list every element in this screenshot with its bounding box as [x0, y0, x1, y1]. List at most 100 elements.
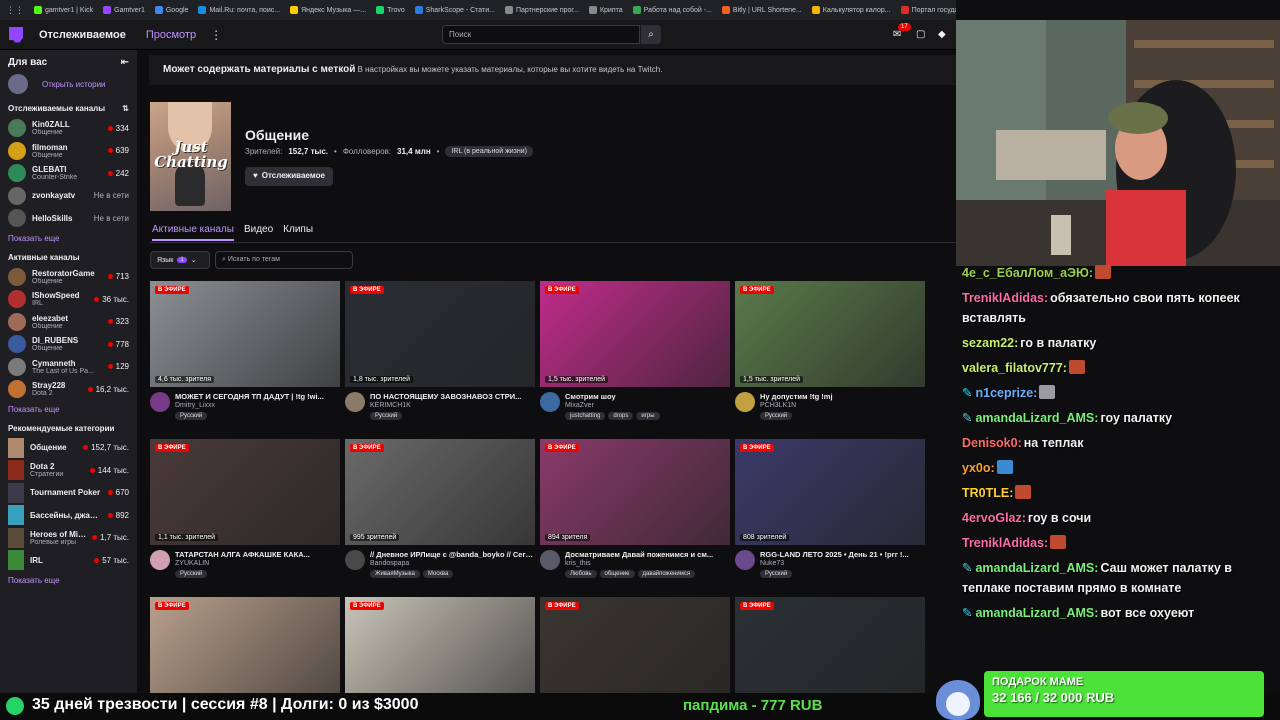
streamer-avatar[interactable] [150, 392, 170, 412]
stream-card[interactable]: В ЭФИРЕ 1,8 тыс. зрителей ПО НАСТОЯЩЕМУ ЗА… [345, 281, 535, 420]
show-more-followed[interactable]: Показать еще [0, 230, 137, 249]
stream-thumbnail[interactable]: В ЭФИРЕ 995 зрителей [345, 439, 535, 545]
stream-card[interactable]: В ЭФИРЕ 808 зрителей RGG-LAND ЛЕТО 2025 • … [735, 439, 925, 578]
stream-card[interactable]: В ЭФИРЕ 1,5 тыс. зрителей Смотрим шоу MixaZ… [540, 281, 730, 420]
bookmark-item[interactable]: Крипта [588, 6, 623, 14]
sidebar-category[interactable]: Dota 2 Стратегии 144 тыс. [0, 459, 137, 482]
stream-thumbnail[interactable]: В ЭФИРЕ 4,6 тыс. зрителя [150, 281, 340, 387]
stream-thumbnail[interactable]: В ЭФИРЕ 1,5 тыс. зрителей [540, 281, 730, 387]
show-more-categories[interactable]: Показать еще [0, 572, 137, 591]
stream-tag[interactable]: Русский [175, 412, 208, 420]
tab-videos[interactable]: Видео [244, 224, 273, 241]
bookmark-item[interactable]: Калькулятор калор... [811, 6, 891, 14]
nav-browse[interactable]: Просмотр [146, 29, 196, 41]
stream-tag[interactable]: Русский [370, 412, 403, 420]
sidebar-category[interactable]: Heroes of Mig... Ролевые игры 1,7 тыс. [0, 527, 137, 550]
twitch-logo-icon[interactable] [9, 26, 23, 43]
stream-thumbnail[interactable]: В ЭФИРЕ [735, 597, 925, 695]
stream-card[interactable]: В ЭФИРЕ [345, 597, 535, 695]
stream-title[interactable]: Досматриваем Давай поженимся и см... [565, 550, 730, 559]
stream-thumbnail[interactable]: В ЭФИРЕ 1,8 тыс. зрителей [345, 281, 535, 387]
streamer-name[interactable]: Dmitry_Lixxx [175, 402, 340, 409]
bookmark-item[interactable]: Google [154, 6, 188, 14]
apps-grid-icon[interactable]: ⋮⋮ [6, 5, 24, 16]
stream-title[interactable]: Ну допустим !tg !mj [760, 392, 925, 401]
stream-card[interactable]: В ЭФИРЕ 1,1 тыс. зрителей ТАТАРСТАН АЛГА А… [150, 439, 340, 578]
stream-tag[interactable]: Москва [422, 570, 454, 578]
stream-card[interactable]: В ЭФИРЕ [540, 597, 730, 695]
bookmark-item[interactable]: Портал государств... [900, 6, 956, 14]
collapse-icon[interactable]: ⇤ [121, 57, 129, 68]
stream-tag[interactable]: Русский [175, 570, 208, 578]
streamer-avatar[interactable] [345, 550, 365, 570]
stream-card[interactable]: В ЭФИРЕ [150, 597, 340, 695]
streamer-avatar[interactable] [345, 392, 365, 412]
streamer-name[interactable]: PCH3LK1N [760, 402, 925, 409]
more-icon[interactable]: ⋮ [210, 28, 222, 42]
sidebar-channel[interactable]: filmoman Общение 639 [0, 140, 137, 163]
open-stories-link[interactable]: Открыть истории [42, 80, 106, 89]
bookmark-item[interactable]: Работа над собой -... [632, 6, 712, 14]
stream-title[interactable]: RGG-LAND ЛЕТО 2025 • День 21 • !ргг !... [760, 550, 925, 559]
streamer-name[interactable]: KERIMCH1K [370, 402, 535, 409]
sidebar-channel[interactable]: DI_RUBENS Общение 778 [0, 333, 137, 356]
sidebar-channel[interactable]: Kin0ZALL Общение 334 [0, 117, 137, 140]
streamer-avatar[interactable] [735, 392, 755, 412]
language-dropdown[interactable]: Язык 1 ⌄ [150, 251, 210, 269]
sidebar-channel[interactable]: Cymanneth The Last of Us Pa... 129 [0, 356, 137, 379]
sidebar-category[interactable]: Tournament Poker 670 [0, 482, 137, 505]
streamer-name[interactable]: kris_this [565, 560, 730, 567]
stream-card[interactable]: В ЭФИРЕ 995 зрителей // Дневное ИРЛище с @… [345, 439, 535, 578]
stream-title[interactable]: Смотрим шоу [565, 392, 730, 401]
whispers-icon[interactable]: ▢ [916, 29, 925, 40]
show-more-active[interactable]: Показать еще [0, 401, 137, 420]
stream-thumbnail[interactable]: В ЭФИРЕ 1,5 тыс. зрителей [735, 281, 925, 387]
streamer-avatar[interactable] [540, 392, 560, 412]
sidebar-channel[interactable]: Stray228 Dota 2 16,2 тыс. [0, 378, 137, 401]
sidebar-category[interactable]: Бассейны, джакуз... 892 [0, 504, 137, 527]
bookmark-item[interactable]: Mail.Ru: почта, поис... [198, 6, 280, 14]
prime-icon[interactable]: ◆ [938, 29, 946, 40]
stream-tag[interactable]: drops [608, 412, 634, 420]
search-button[interactable]: ⌕ [641, 25, 661, 44]
stream-title[interactable]: ПО НАСТОЯЩЕМУ ЗАВОЗНАВОЗ СТРИ... [370, 392, 535, 401]
sidebar-channel[interactable]: HelloSkills Не в сети [0, 207, 137, 230]
streamer-name[interactable]: ZYUKALIN [175, 560, 340, 567]
nav-following[interactable]: Отслеживаемое [39, 29, 126, 41]
streamer-avatar[interactable] [150, 550, 170, 570]
sidebar-category[interactable]: Общение 152,7 тыс. [0, 437, 137, 460]
search-input[interactable]: Поиск [442, 25, 640, 44]
tag-search-input[interactable]: ⌕ Искать по тегам [215, 251, 353, 269]
stream-thumbnail[interactable]: В ЭФИРЕ [345, 597, 535, 695]
stream-thumbnail[interactable]: В ЭФИРЕ [150, 597, 340, 695]
bookmark-item[interactable]: Trovo [376, 6, 405, 14]
stories-row[interactable]: Открыть истории [0, 72, 137, 100]
stream-thumbnail[interactable]: В ЭФИРЕ 808 зрителей [735, 439, 925, 545]
stream-tag[interactable]: общение [599, 570, 635, 578]
sidebar-channel[interactable]: zvonkayatv Не в сети [0, 185, 137, 208]
stream-thumbnail[interactable]: В ЭФИРЕ [540, 597, 730, 695]
bookmark-item[interactable]: SharkScope - Стати... [414, 6, 495, 14]
stream-tag[interactable]: Русский [760, 412, 793, 420]
streamer-name[interactable]: MixaZver [565, 402, 730, 409]
bookmark-item[interactable]: Яндекс Музыка —... [290, 6, 366, 14]
stream-tag[interactable]: давайпоженимся [637, 570, 696, 578]
streamer-name[interactable]: Nuke73 [760, 560, 925, 567]
stream-tag[interactable]: Любовь [565, 570, 597, 578]
sidebar-channel[interactable]: IShowSpeed IRL 36 тыс. [0, 288, 137, 311]
streamer-name[interactable]: Bandospapa [370, 560, 535, 567]
bookmark-item[interactable]: gamtver1 | Kick [34, 6, 93, 14]
stream-thumbnail[interactable]: В ЭФИРЕ 894 зрителя [540, 439, 730, 545]
sidebar-channel[interactable]: GLEBATI Counter-Strike 242 [0, 162, 137, 185]
bookmark-item[interactable]: Gamtver1 [103, 6, 145, 14]
stream-tag[interactable]: Русский [760, 570, 793, 578]
bookmark-item[interactable]: Партнерские прог... [504, 6, 579, 14]
tab-live-channels[interactable]: Активные каналы [152, 224, 234, 241]
stream-title[interactable]: // Дневное ИРЛище с @banda_boyko // Сего… [370, 550, 535, 559]
category-tag[interactable]: IRL (в реальной жизни) [445, 146, 533, 157]
stream-tag[interactable]: justchatting [565, 412, 606, 420]
stream-tag[interactable]: ЖиваяМузыка [370, 570, 420, 578]
stream-thumbnail[interactable]: В ЭФИРЕ 1,1 тыс. зрителей [150, 439, 340, 545]
stream-card[interactable]: В ЭФИРЕ 1,5 тыс. зрителей Ну допустим !tg … [735, 281, 925, 420]
stream-tag[interactable]: игры [636, 412, 660, 420]
